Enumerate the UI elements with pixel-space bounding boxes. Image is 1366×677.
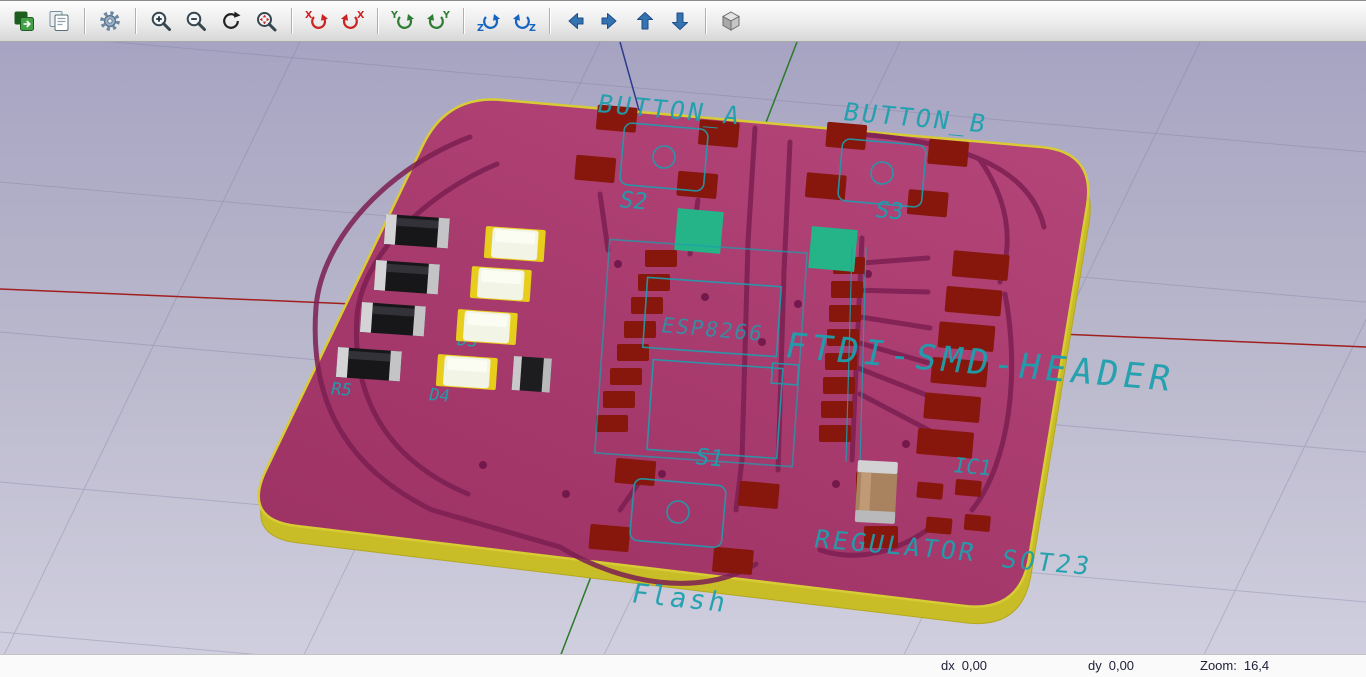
reload-board-button[interactable] (8, 6, 40, 36)
toolbar-separator (135, 8, 136, 34)
3d-viewer-window: X X Y Y (0, 0, 1366, 677)
led (470, 266, 532, 302)
render-options-button[interactable] (94, 6, 126, 36)
zoom-to-fit-icon (254, 9, 278, 33)
toolbar: X X Y Y (0, 1, 1366, 42)
rotate-z-ccw-button[interactable]: Z (508, 6, 540, 36)
svg-text:Z: Z (477, 23, 484, 33)
move-up-button[interactable] (629, 6, 661, 36)
rotate-z-ccw-icon: Z (511, 9, 537, 33)
rotate-z-cw-button[interactable]: Z (473, 6, 505, 36)
toolbar-separator (549, 8, 550, 34)
arrow-up-icon (633, 9, 657, 33)
dy-value: 0,00 (1109, 658, 1134, 673)
gear-icon (98, 9, 122, 33)
toolbar-separator (291, 8, 292, 34)
3d-viewport[interactable]: BUTTON_A BUTTON_B S2 S3 ESP8266 FTDI-SMD… (0, 42, 1366, 654)
rotate-x-ccw-icon: X (339, 9, 365, 33)
svg-text:X: X (357, 10, 365, 21)
copy-image-button[interactable] (43, 6, 75, 36)
led (484, 226, 546, 262)
capacitor-small (512, 356, 552, 393)
silkscreen-label-s1: S1 (693, 444, 726, 472)
rotate-x-ccw-button[interactable]: X (336, 6, 368, 36)
led (436, 354, 498, 390)
svg-text:Y: Y (390, 10, 398, 21)
status-zoom: Zoom: 16,4 (1200, 658, 1269, 673)
zoom-in-button[interactable] (145, 6, 177, 36)
reload-board-icon (12, 9, 36, 33)
status-bar: dx 0,00 dy 0,00 Zoom: 16,4 (0, 654, 1366, 677)
status-dy: dy 0,00 (1088, 658, 1134, 673)
rotate-y-cw-button[interactable]: Y (387, 6, 419, 36)
svg-text:Z: Z (529, 23, 536, 33)
toolbar-separator (377, 8, 378, 34)
rotate-y-ccw-button[interactable]: Y (422, 6, 454, 36)
silkscreen-label-s2: S2 (617, 187, 650, 215)
resistor (360, 302, 426, 336)
move-left-button[interactable] (559, 6, 591, 36)
arrow-down-icon (668, 9, 692, 33)
dx-label: dx (941, 658, 955, 673)
zoom-value: 16,4 (1244, 658, 1269, 673)
arrow-right-icon (598, 9, 622, 33)
silkscreen-label-s3: S3 (873, 197, 906, 225)
rotate-z-cw-icon: Z (476, 9, 502, 33)
rotate-x-cw-button[interactable]: X (301, 6, 333, 36)
pcb-3d-scene: BUTTON_A BUTTON_B S2 S3 ESP8266 FTDI-SMD… (0, 42, 1366, 654)
dx-value: 0,00 (962, 658, 987, 673)
status-dx: dx 0,00 (941, 658, 987, 673)
redraw-icon (219, 9, 243, 33)
move-right-button[interactable] (594, 6, 626, 36)
led (456, 309, 518, 345)
move-down-button[interactable] (664, 6, 696, 36)
toolbar-separator (463, 8, 464, 34)
zoom-out-button[interactable] (180, 6, 212, 36)
toolbar-separator (84, 8, 85, 34)
zoom-in-icon (149, 9, 173, 33)
zoom-to-fit-button[interactable] (250, 6, 282, 36)
silkscreen-label-ic1: IC1 (951, 452, 994, 480)
zoom-label: Zoom: (1200, 658, 1237, 673)
resistor (336, 347, 402, 381)
orthographic-projection-button[interactable] (715, 6, 747, 36)
rotate-y-cw-icon: Y (390, 9, 416, 33)
resistor (384, 214, 450, 248)
zoom-out-icon (184, 9, 208, 33)
arrow-left-icon (563, 9, 587, 33)
rotate-x-cw-icon: X (304, 9, 330, 33)
capacitor-brown (855, 460, 898, 524)
resistor (374, 260, 440, 294)
toolbar-separator (705, 8, 706, 34)
cube-icon (719, 9, 743, 33)
copy-image-icon (47, 9, 71, 33)
dy-label: dy (1088, 658, 1102, 673)
rotate-y-ccw-icon: Y (425, 9, 451, 33)
redraw-button[interactable] (215, 6, 247, 36)
